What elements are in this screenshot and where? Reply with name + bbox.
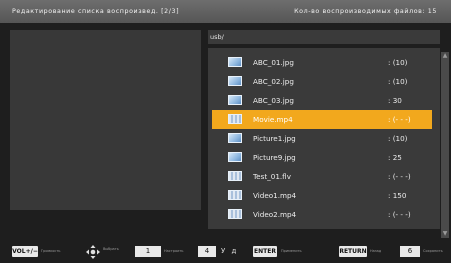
file-list-panel: ABC_01.jpg : (10) ABC_02.jpg : (10) ABC_… — [208, 48, 440, 229]
file-row[interactable]: ABC_02.jpg : (10) — [212, 72, 432, 91]
key-1-label: Настроить — [164, 249, 184, 253]
vol-key: VOL+/− — [12, 246, 38, 257]
file-row[interactable]: Picture9.jpg : 25 — [212, 148, 432, 167]
file-name: Video2.mp4 — [253, 210, 297, 219]
file-name: ABC_02.jpg — [253, 77, 294, 86]
enter-label: Применить — [281, 249, 302, 253]
title-bar: Редактирование списка воспроизвед. [2/3]… — [0, 0, 451, 23]
scroll-up-icon[interactable]: ▲ — [441, 52, 449, 60]
return-label: Назад — [370, 249, 382, 253]
footer-key-guide: VOL+/− Громкость Выбрать 1 Настроить 4 У… — [0, 238, 451, 263]
file-count-label: Кол-во воспроизводимых файлов: 15 — [294, 8, 437, 15]
key-4-label: У д — [221, 247, 239, 255]
preview-pane — [10, 30, 201, 210]
return-key: RETURN — [339, 246, 367, 257]
vol-label: Громкость — [41, 249, 61, 253]
image-file-icon — [228, 76, 242, 86]
video-file-icon — [228, 190, 242, 200]
play-count: : (10) — [388, 77, 408, 86]
play-count: : (10) — [388, 58, 408, 67]
play-count: : (- - -) — [388, 115, 411, 124]
current-path: usb/ — [210, 33, 224, 41]
image-file-icon — [228, 57, 242, 67]
video-file-icon — [228, 209, 242, 219]
play-count: : (10) — [388, 134, 408, 143]
dpad-icon — [86, 245, 100, 259]
file-row[interactable]: ABC_01.jpg : (10) — [212, 53, 432, 72]
image-file-icon — [228, 152, 242, 162]
play-count: : (- - -) — [388, 172, 411, 181]
image-file-icon — [228, 133, 242, 143]
file-name: Video1.mp4 — [253, 191, 297, 200]
path-bar: usb/ — [208, 30, 440, 44]
key-4: 4 — [198, 246, 216, 257]
play-count: : 30 — [388, 96, 402, 105]
dpad-label: Выбрать — [103, 247, 119, 251]
page-title: Редактирование списка воспроизвед. [2/3] — [12, 8, 180, 15]
file-name: ABC_03.jpg — [253, 96, 294, 105]
enter-key: ENTER — [253, 246, 277, 257]
play-count: : 25 — [388, 153, 402, 162]
file-row[interactable]: Test_01.flv : (- - -) — [212, 167, 432, 186]
file-row-selected[interactable]: Movie.mp4 : (- - -) — [212, 110, 432, 129]
scroll-down-icon[interactable]: ▼ — [441, 230, 449, 238]
file-name: ABC_01.jpg — [253, 58, 294, 67]
file-row[interactable]: ABC_03.jpg : 30 — [212, 91, 432, 110]
key-6-label: Сохранить — [423, 249, 443, 253]
file-row[interactable]: Video2.mp4 : (- - -) — [212, 205, 432, 224]
scrollbar[interactable]: ▲ ▼ — [441, 52, 449, 238]
key-1: 1 — [135, 246, 161, 257]
file-row[interactable]: Picture1.jpg : (10) — [212, 129, 432, 148]
file-name: Test_01.flv — [253, 172, 291, 181]
video-file-icon — [228, 171, 242, 181]
video-file-icon — [228, 114, 242, 124]
file-list: ABC_01.jpg : (10) ABC_02.jpg : (10) ABC_… — [212, 53, 432, 224]
file-name: Picture1.jpg — [253, 134, 296, 143]
file-row[interactable]: Video1.mp4 : 150 — [212, 186, 432, 205]
key-6: 6 — [400, 246, 420, 257]
play-count: : (- - -) — [388, 210, 411, 219]
file-name: Picture9.jpg — [253, 153, 296, 162]
file-name: Movie.mp4 — [253, 115, 293, 124]
image-file-icon — [228, 95, 242, 105]
play-count: : 150 — [388, 191, 407, 200]
